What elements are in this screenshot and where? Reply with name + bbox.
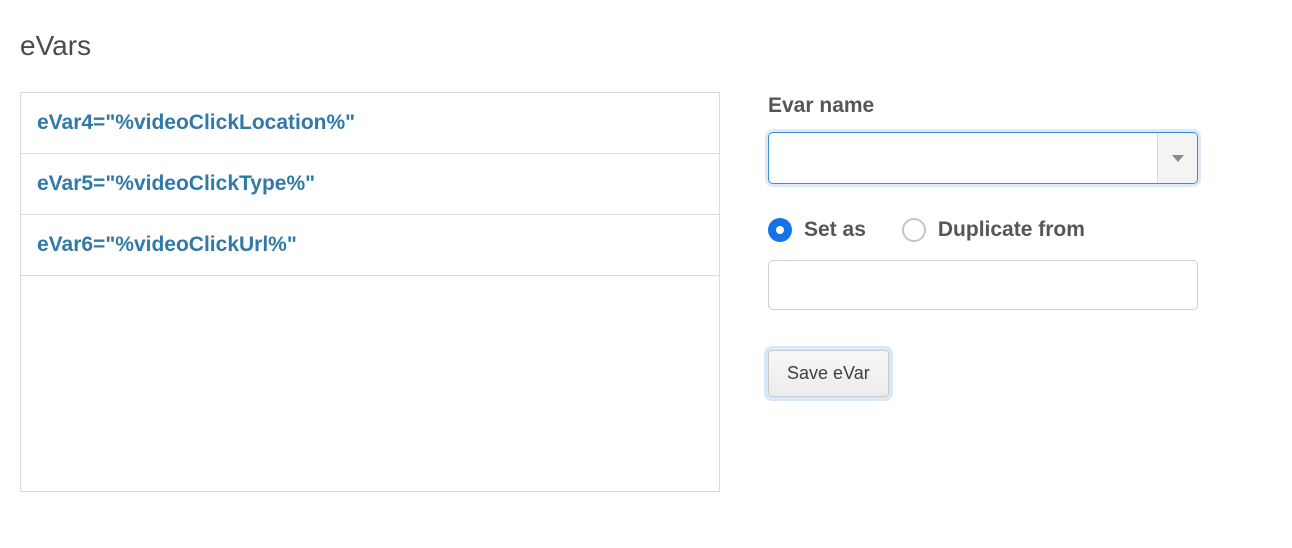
evar-name-label: Evar name xyxy=(768,94,1198,118)
radio-set-as-label: Set as xyxy=(804,218,866,242)
save-evar-button[interactable]: Save eVar xyxy=(768,350,889,397)
dropdown-value xyxy=(769,133,1157,183)
radio-duplicate-from[interactable]: Duplicate from xyxy=(902,218,1085,242)
dropdown-handle[interactable] xyxy=(1157,133,1197,183)
radio-set-as[interactable]: Set as xyxy=(768,218,866,242)
evar-row[interactable]: eVar5="%videoClickType%" xyxy=(21,154,719,215)
evar-row[interactable]: eVar4="%videoClickLocation%" xyxy=(21,93,719,154)
radio-group: Set as Duplicate from xyxy=(768,218,1198,242)
evar-name-dropdown[interactable] xyxy=(768,132,1198,184)
radio-indicator-selected-icon xyxy=(768,218,792,242)
chevron-down-icon xyxy=(1172,155,1184,162)
evar-value-input[interactable] xyxy=(768,260,1198,310)
radio-duplicate-from-label: Duplicate from xyxy=(938,218,1085,242)
evar-row[interactable]: eVar6="%videoClickUrl%" xyxy=(21,215,719,276)
evar-list: eVar4="%videoClickLocation%" eVar5="%vid… xyxy=(20,92,720,492)
section-title: eVars xyxy=(20,30,1272,62)
radio-indicator-unselected-icon xyxy=(902,218,926,242)
